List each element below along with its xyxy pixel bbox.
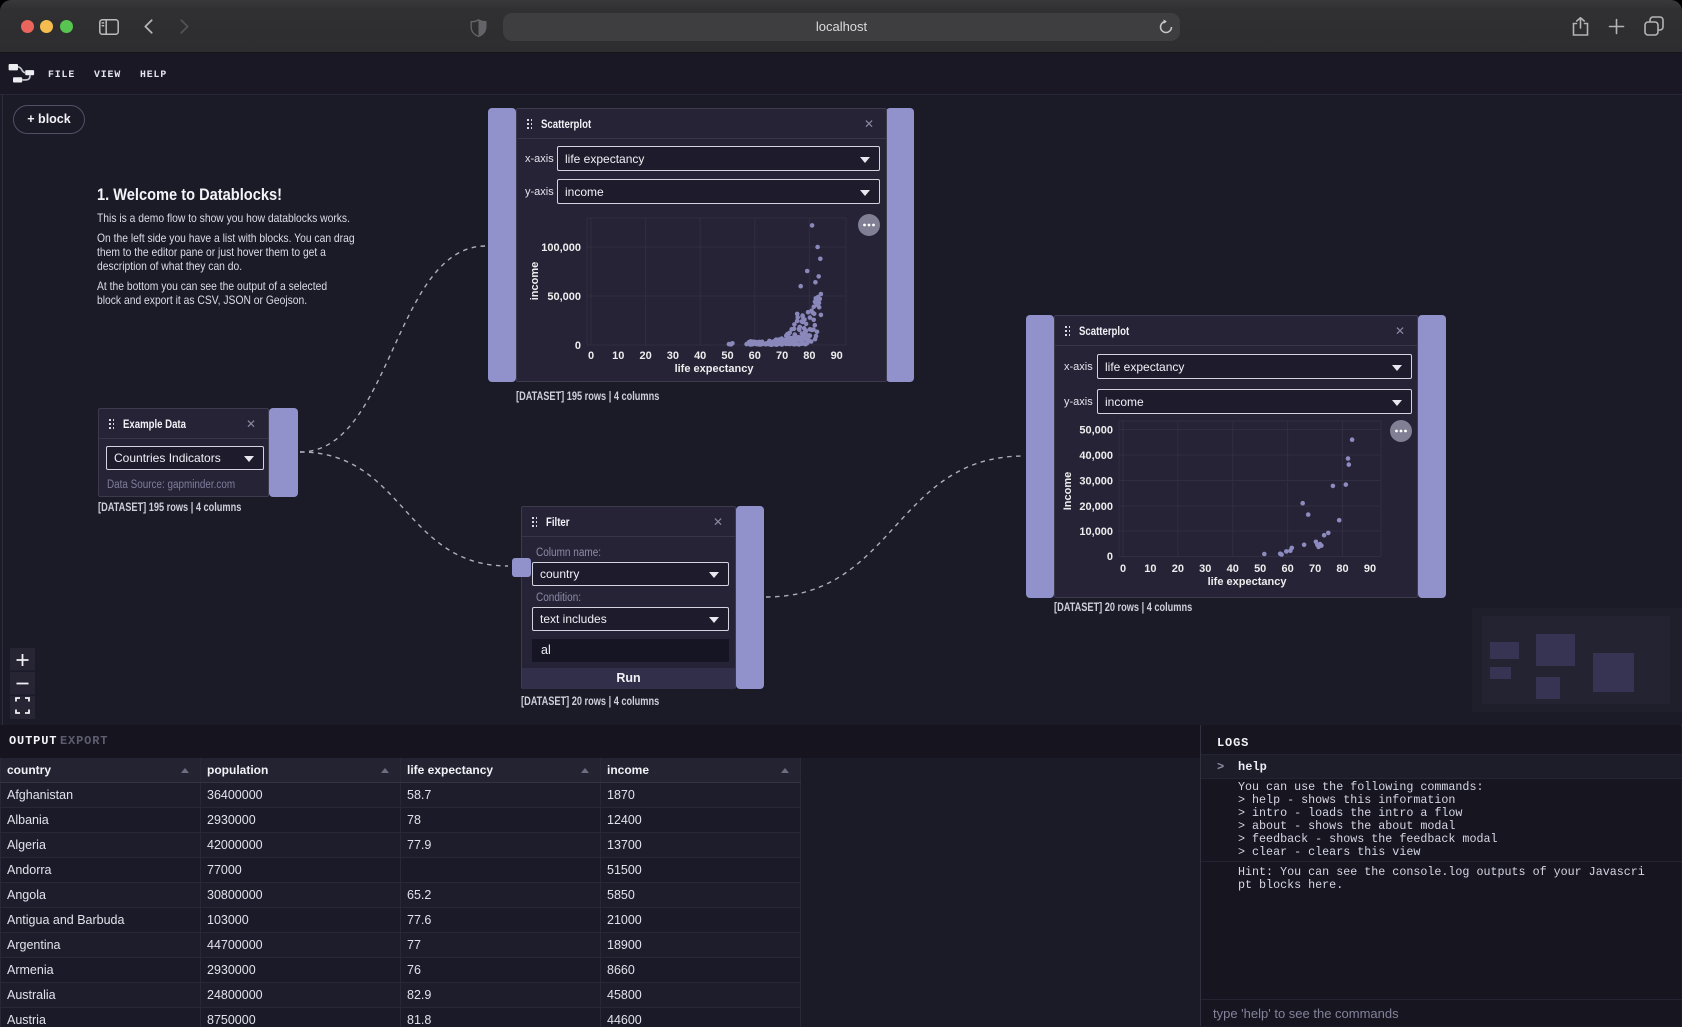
svg-text:20: 20 bbox=[639, 350, 651, 362]
svg-text:10: 10 bbox=[612, 350, 624, 362]
svg-text:50: 50 bbox=[1254, 563, 1266, 575]
svg-text:90: 90 bbox=[1364, 563, 1376, 575]
svg-text:30: 30 bbox=[1199, 563, 1211, 575]
svg-text:40: 40 bbox=[694, 350, 706, 362]
svg-text:70: 70 bbox=[1309, 563, 1321, 575]
svg-text:80: 80 bbox=[1336, 563, 1348, 575]
svg-text:50: 50 bbox=[721, 350, 733, 362]
svg-text:10: 10 bbox=[1144, 563, 1156, 575]
svg-text:Income: Income bbox=[1062, 472, 1074, 511]
svg-text:20: 20 bbox=[1172, 563, 1184, 575]
svg-text:life expectancy: life expectancy bbox=[675, 363, 755, 375]
svg-text:0: 0 bbox=[1120, 563, 1126, 575]
svg-text:income: income bbox=[529, 262, 541, 301]
svg-text:30,000: 30,000 bbox=[1079, 476, 1113, 488]
svg-text:70: 70 bbox=[776, 350, 788, 362]
svg-text:100,000: 100,000 bbox=[541, 242, 581, 254]
svg-text:40: 40 bbox=[1227, 563, 1239, 575]
svg-text:0: 0 bbox=[1107, 551, 1113, 563]
svg-text:90: 90 bbox=[831, 350, 843, 362]
svg-text:life expectancy: life expectancy bbox=[1208, 576, 1288, 588]
svg-text:40,000: 40,000 bbox=[1079, 450, 1113, 462]
svg-text:0: 0 bbox=[588, 350, 594, 362]
svg-text:20,000: 20,000 bbox=[1079, 501, 1113, 513]
svg-text:30: 30 bbox=[667, 350, 679, 362]
svg-text:50,000: 50,000 bbox=[547, 291, 581, 303]
svg-text:60: 60 bbox=[1281, 563, 1293, 575]
svg-text:60: 60 bbox=[749, 350, 761, 362]
svg-text:10,000: 10,000 bbox=[1079, 526, 1113, 538]
svg-text:0: 0 bbox=[575, 340, 581, 352]
svg-text:50,000: 50,000 bbox=[1079, 425, 1113, 437]
svg-text:80: 80 bbox=[803, 350, 815, 362]
